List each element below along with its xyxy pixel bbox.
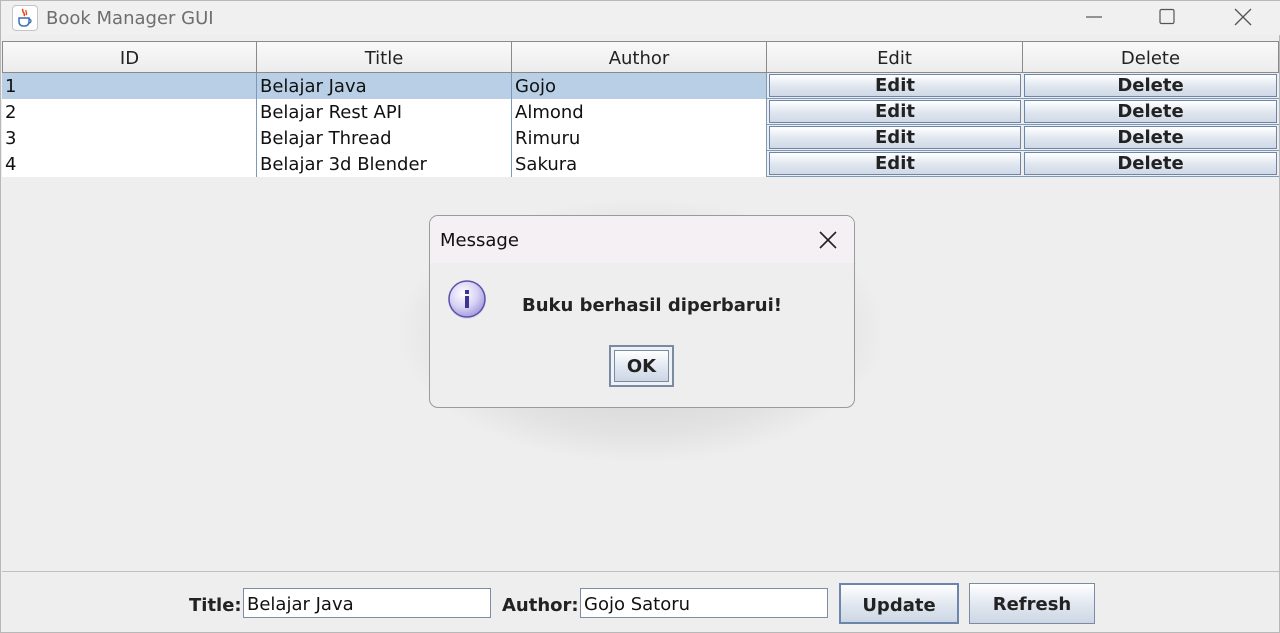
dialog-close-button[interactable]: [814, 226, 842, 254]
delete-button[interactable]: Delete: [1024, 152, 1277, 175]
cell-title[interactable]: Belajar 3d Blender: [257, 151, 512, 177]
close-icon: [819, 231, 837, 249]
author-field[interactable]: Gojo Satoru: [580, 588, 828, 618]
close-icon: [1234, 8, 1252, 26]
table-row[interactable]: 4 Belajar 3d Blender Sakura Edit Delete: [2, 151, 1279, 177]
cell-author[interactable]: Almond: [512, 99, 767, 125]
title-field[interactable]: Belajar Java: [243, 588, 491, 618]
edit-button[interactable]: Edit: [769, 152, 1021, 175]
cell-title[interactable]: Belajar Thread: [257, 125, 512, 151]
column-header-title[interactable]: Title: [257, 41, 512, 73]
form-divider: [2, 571, 1279, 572]
dialog-title-bar[interactable]: Message: [430, 216, 854, 263]
update-button[interactable]: Update: [839, 583, 959, 624]
maximize-button[interactable]: [1138, 1, 1196, 35]
table-row[interactable]: 1 Belajar Java Gojo Edit Delete: [2, 73, 1279, 99]
cell-author[interactable]: Gojo: [512, 73, 767, 99]
edit-button[interactable]: Edit: [769, 126, 1021, 149]
author-label: Author:: [502, 595, 579, 616]
window-title: Book Manager GUI: [46, 8, 214, 29]
cell-author[interactable]: Sakura: [512, 151, 767, 177]
cell-id[interactable]: 2: [2, 99, 257, 125]
minimize-icon: [1086, 16, 1102, 18]
message-dialog: Message Buku berhasil diperbarui! OK: [429, 215, 855, 408]
maximize-icon: [1159, 8, 1175, 25]
book-manager-window: Book Manager GUI ID Title Author Edit De…: [0, 0, 1280, 633]
delete-button[interactable]: Delete: [1024, 126, 1277, 149]
refresh-button[interactable]: Refresh: [969, 583, 1095, 624]
close-button[interactable]: [1214, 1, 1272, 35]
table-row[interactable]: 3 Belajar Thread Rimuru Edit Delete: [2, 125, 1279, 151]
java-cup-icon: [12, 5, 38, 31]
column-header-edit[interactable]: Edit: [767, 41, 1023, 73]
column-header-delete[interactable]: Delete: [1023, 41, 1279, 73]
cell-id[interactable]: 3: [2, 125, 257, 151]
table-header: ID Title Author Edit Delete: [2, 41, 1279, 73]
edit-button[interactable]: Edit: [769, 74, 1021, 97]
ok-button[interactable]: OK: [609, 345, 674, 387]
edit-button[interactable]: Edit: [769, 100, 1021, 123]
cell-title[interactable]: Belajar Java: [257, 73, 512, 99]
cell-id[interactable]: 4: [2, 151, 257, 177]
title-label: Title:: [189, 595, 242, 616]
column-header-id[interactable]: ID: [2, 41, 257, 73]
ok-button-label: OK: [614, 350, 669, 382]
title-bar[interactable]: Book Manager GUI: [1, 1, 1280, 35]
dialog-title: Message: [440, 230, 519, 251]
info-icon: [446, 279, 490, 323]
cell-title[interactable]: Belajar Rest API: [257, 99, 512, 125]
dialog-message: Buku berhasil diperbarui!: [522, 295, 782, 316]
cell-id[interactable]: 1: [2, 73, 257, 99]
column-header-author[interactable]: Author: [512, 41, 767, 73]
table-row[interactable]: 2 Belajar Rest API Almond Edit Delete: [2, 99, 1279, 125]
minimize-button[interactable]: [1065, 1, 1123, 35]
delete-button[interactable]: Delete: [1024, 74, 1277, 97]
cell-author[interactable]: Rimuru: [512, 125, 767, 151]
delete-button[interactable]: Delete: [1024, 100, 1277, 123]
